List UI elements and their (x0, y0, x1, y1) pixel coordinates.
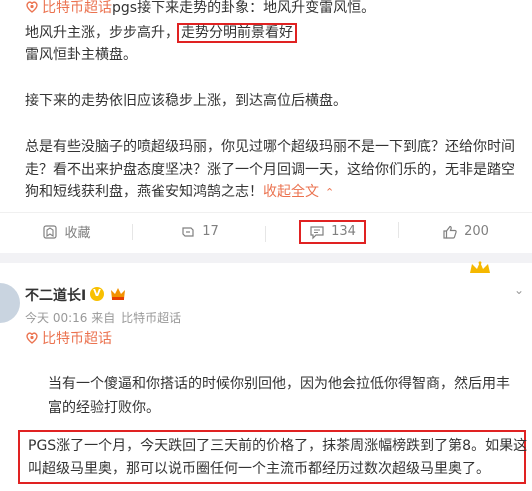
post2-time: 今天 00:16 (25, 311, 88, 325)
weibo-post-1: 比特币超话pgs接下来走势的卦象：地风升变雷风恒。 地风升主涨，步步高升， 走势分… (0, 0, 532, 253)
comment-count: 134 (331, 224, 356, 239)
post1-line2: 地风升主涨，步步高升， 走势分明前景看好 (25, 22, 297, 44)
comment-icon (310, 225, 324, 239)
post2-body-line1: 当有一个傻逼和你搭话的时候你别回他，因为他会拉低你得智商，然后用丰 (48, 376, 510, 392)
favorite-label: 收藏 (64, 226, 91, 241)
favorite-icon (43, 224, 58, 239)
post2-source[interactable]: 比特币超话 (121, 311, 181, 325)
like-button[interactable]: 200 (399, 224, 532, 240)
like-count: 200 (464, 224, 489, 239)
post2-username[interactable]: 不二道长I (25, 285, 86, 305)
post1-action-bar: 收藏 17 134 200 (0, 212, 532, 250)
crown-icon (470, 261, 490, 273)
chevron-up-icon: ⌃ (325, 186, 335, 199)
user-level-icon (111, 288, 125, 300)
weibo-post-2: 不二道长I V ⌄ 今天 00:16 来自 比特币超话 比特币超话 当有一个傻逼… (0, 261, 532, 491)
collapse-text-link[interactable]: 收起全文 ⌃ (263, 184, 334, 200)
repost-icon (182, 226, 194, 237)
post1-line3: 雷风恒卦主横盘。 (25, 47, 137, 63)
post1-line4: 接下来的走势依旧应该稳步上涨，到达高位后横盘。 (25, 93, 347, 109)
like-icon (443, 225, 457, 239)
post1-title-text: pgs接下来走势的卦象：地风升变雷风恒。 (112, 0, 376, 16)
post2-highlight-box: PGS涨了一个月，今天跌回了三天前的价格了，抹茶周涨幅榜跌到了第8。如果这 叫超… (18, 430, 528, 484)
post2-boxed-line2: 叫超级马里奥，那可以说币圈任何一个主流币都经历过数次超级马里奥了。 (28, 461, 490, 477)
post2-meta: 今天 00:16 来自 比特币超话 (25, 309, 181, 326)
vip-badge-icon: V (90, 287, 104, 301)
post2-body-line2: 富的经验打败你。 (48, 400, 160, 416)
post1-line7: 狗和短线获利盘，燕雀安知鸿鹄之志！收起全文 ⌃ (25, 181, 334, 204)
post2-from-label: 来自 (91, 311, 116, 325)
feed-divider (0, 253, 532, 263)
comment-button[interactable]: 134 (266, 219, 399, 244)
post1-first-line: 比特币超话pgs接下来走势的卦象：地风升变雷风恒。 (25, 0, 375, 19)
post1-topic-label: 比特币超话 (42, 0, 112, 16)
favorite-button[interactable]: 收藏 (0, 222, 133, 241)
comment-highlight-box: 134 (299, 219, 366, 244)
post1-line6: 走？看不出来护盘态度坚决？涨了一个月回调一天，这给你们乐的，无非是踏空 (25, 162, 515, 178)
chevron-down-icon[interactable]: ⌄ (514, 283, 524, 297)
super-topic-icon (26, 1, 38, 13)
repost-button[interactable]: 17 (133, 224, 266, 242)
collapse-text-label: 收起全文 (263, 184, 319, 200)
post2-topic-label: 比特币超话 (42, 331, 112, 347)
post1-line2-text: 地风升主涨，步步高升， (25, 25, 179, 41)
post1-line5: 总是有些没脑子的喷超级玛丽，你见过哪个超级玛丽不是一下到底？还给你时间 (25, 139, 515, 155)
post2-boxed-line1: PGS涨了一个月，今天跌回了三天前的价格了，抹茶周涨幅榜跌到了第8。如果这 (28, 438, 528, 454)
avatar[interactable] (0, 283, 20, 323)
post1-topic-link[interactable]: 比特币超话 (25, 0, 112, 16)
repost-count: 17 (202, 224, 219, 239)
super-topic-icon (26, 332, 38, 344)
post2-topic-link[interactable]: 比特币超话 (25, 329, 112, 349)
post1-highlighted-phrase: 走势分明前景看好 (177, 23, 297, 43)
post1-line7-text: 狗和短线获利盘，燕雀安知鸿鹄之志！ (25, 184, 263, 200)
